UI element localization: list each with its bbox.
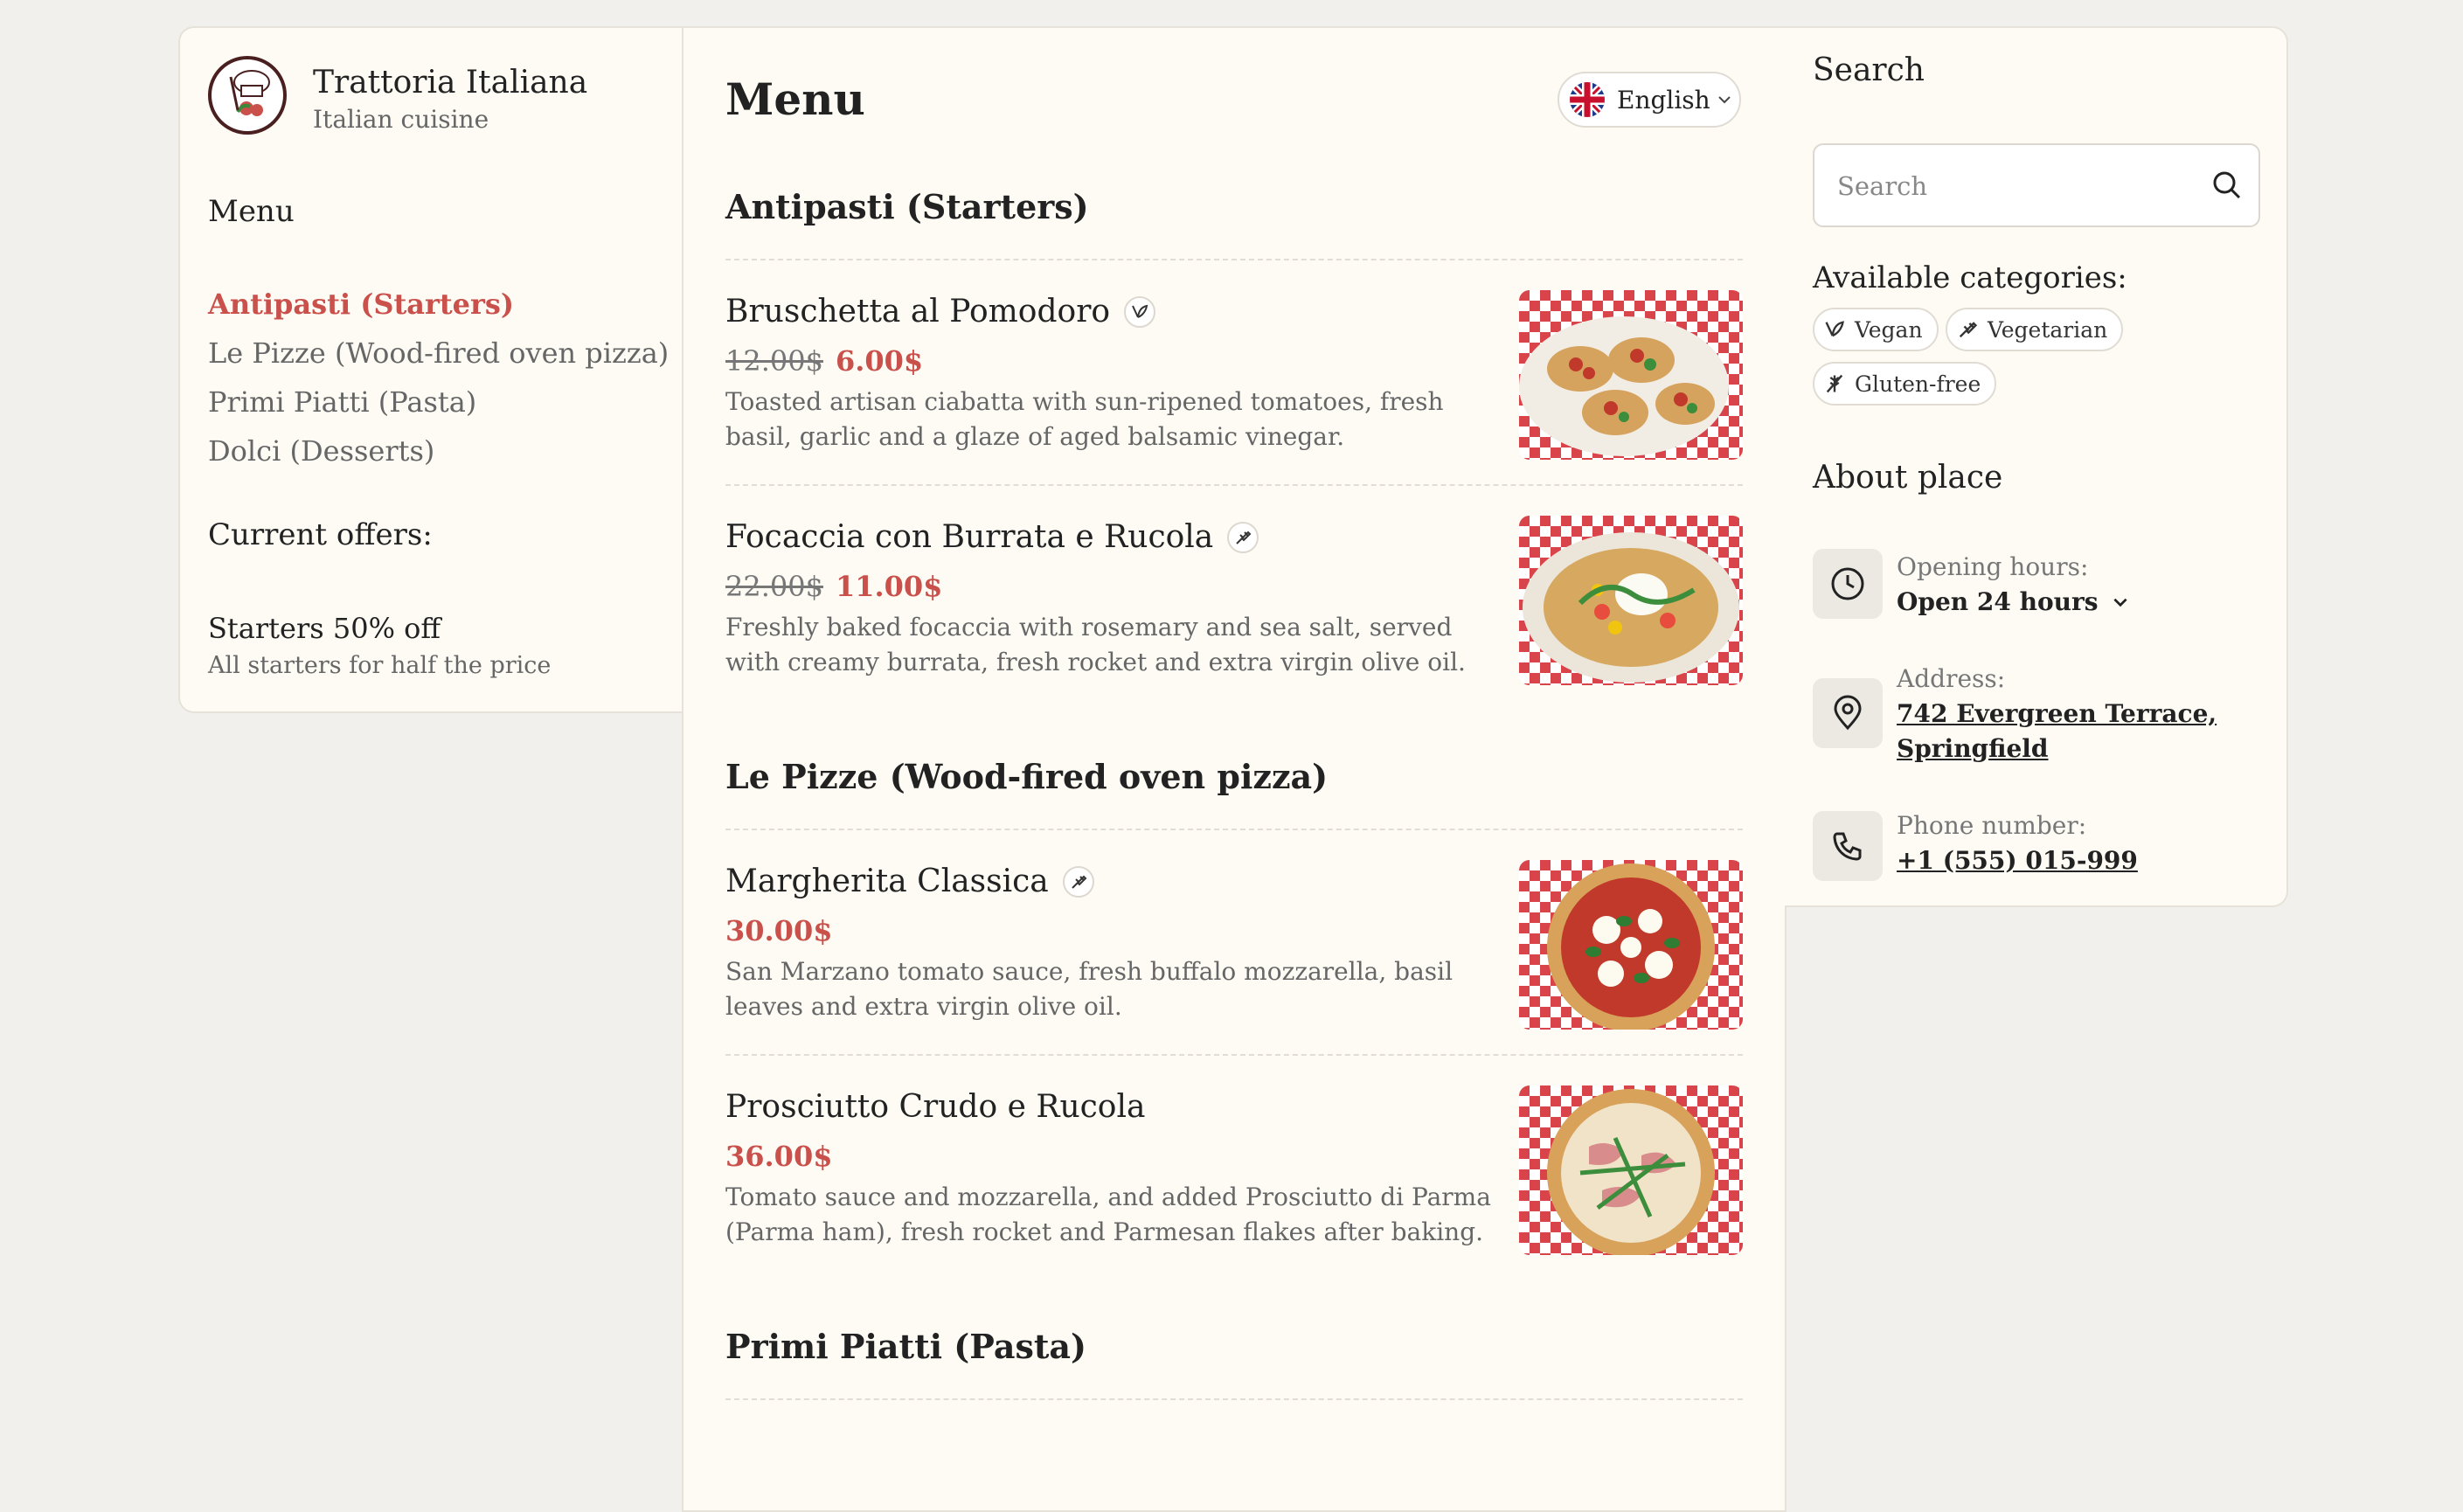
language-label: English — [1617, 85, 1710, 114]
item-description: Tomato sauce and mozzarella, and added P… — [725, 1183, 1491, 1246]
search-box — [1813, 143, 2260, 227]
address-line-2[interactable]: Springfield — [1897, 734, 2049, 763]
chevron-down-icon — [1718, 96, 1731, 104]
hours-label: Opening hours: — [1897, 552, 2089, 581]
offers-heading: Current offers: — [208, 517, 433, 552]
vegetarian-icon — [1959, 322, 1978, 338]
hours-value: Open 24 hours — [1897, 587, 2099, 616]
divider — [725, 1398, 1743, 1400]
language-selector[interactable]: English — [1558, 72, 1741, 128]
address-line-1[interactable]: 742 Evergreen Terrace, — [1897, 699, 2217, 728]
bruschetta-image — [1519, 290, 1743, 460]
divider — [725, 259, 1743, 260]
nav-item-antipasti[interactable]: Antipasti (Starters) — [208, 280, 669, 329]
old-price: 22.00$ — [725, 570, 823, 603]
chip-label: Gluten-free — [1855, 371, 1981, 397]
gluten-free-icon — [1826, 374, 1843, 393]
restaurant-subtitle: Italian cuisine — [313, 105, 489, 134]
offer-title: Starters 50% off — [208, 612, 441, 645]
chevron-down-icon — [2113, 598, 2127, 607]
info-panel: Search Available categories: Vegan Veget… — [1785, 26, 2288, 907]
item-name: Prosciutto Crudo e Rucola — [725, 1089, 1146, 1125]
address-label: Address: — [1897, 664, 2006, 693]
phone-icon — [1813, 811, 1883, 881]
menu-item[interactable]: Bruschetta al Pomodoro 12.00$ 6.00$ Toast… — [725, 290, 1743, 463]
search-heading: Search — [1813, 52, 1925, 88]
section-title-primi: Primi Piatti (Pasta) — [725, 1327, 1087, 1366]
focaccia-image — [1519, 516, 1743, 685]
item-price: 30.00$ — [725, 914, 833, 947]
old-price: 12.00$ — [725, 344, 823, 378]
nav-item-pizze[interactable]: Le Pizze (Wood-fired oven pizza) — [208, 329, 669, 378]
restaurant-logo — [208, 56, 287, 135]
vegan-icon — [1825, 321, 1844, 337]
nav-item-dolci[interactable]: Dolci (Desserts) — [208, 427, 669, 475]
section-title-antipasti: Antipasti (Starters) — [725, 187, 1089, 226]
phone-link[interactable]: +1 (555) 015-999 — [1897, 846, 2138, 875]
restaurant-name: Trattoria Italiana — [313, 65, 588, 101]
divider — [725, 484, 1743, 486]
vegetarian-icon — [1227, 521, 1259, 553]
item-price: 11.00$ — [835, 570, 943, 603]
sidebar: Trattoria Italiana Italian cuisine Menu … — [178, 26, 683, 713]
categories-heading: Available categories: — [1813, 260, 2127, 295]
item-name: Bruschetta al Pomodoro — [725, 294, 1111, 329]
category-chip-vegan[interactable]: Vegan — [1813, 308, 1939, 351]
hours-toggle[interactable]: Open 24 hours — [1897, 587, 2130, 616]
menu-item[interactable]: Prosciutto Crudo e Rucola 36.00$ Tomato … — [725, 1085, 1743, 1259]
divider — [725, 829, 1743, 830]
prosciutto-pizza-image — [1519, 1085, 1743, 1255]
item-description: Freshly baked focaccia with rosemary and… — [725, 613, 1466, 676]
chip-label: Vegan — [1855, 316, 1923, 343]
menu-item[interactable]: Focaccia con Burrata e Rucola 22.00$ 11.0… — [725, 516, 1743, 689]
item-description: Toasted artisan ciabatta with sun-ripene… — [725, 387, 1444, 451]
item-price: 36.00$ — [725, 1140, 833, 1173]
item-name: Focaccia con Burrata e Rucola — [725, 519, 1214, 555]
menu-item[interactable]: Margherita Classica 30.00$ San Marzano t… — [725, 860, 1743, 1033]
about-heading: About place — [1813, 460, 2003, 496]
item-price: 6.00$ — [835, 344, 924, 378]
sidebar-menu-heading: Menu — [208, 194, 295, 229]
item-description: San Marzano tomato sauce, fresh buffalo … — [725, 957, 1454, 1021]
divider — [725, 1054, 1743, 1056]
menu-main: Menu English Antipasti (Starters) Brusch… — [682, 26, 1787, 1512]
chip-label: Vegetarian — [1988, 316, 2108, 343]
section-title-pizze: Le Pizze (Wood-fired oven pizza) — [725, 757, 1329, 796]
category-nav: Antipasti (Starters) Le Pizze (Wood-fire… — [208, 280, 669, 475]
nav-item-primi[interactable]: Primi Piatti (Pasta) — [208, 378, 669, 427]
item-name: Margherita Classica — [725, 864, 1049, 899]
offer-subtitle: All starters for half the price — [208, 652, 552, 679]
category-chip-vegetarian[interactable]: Vegetarian — [1946, 308, 2124, 351]
category-chip-gluten-free[interactable]: Gluten-free — [1813, 362, 1997, 406]
uk-flag-icon — [1570, 82, 1605, 117]
search-icon[interactable] — [2210, 168, 2244, 203]
location-pin-icon — [1813, 678, 1883, 748]
vegetarian-icon — [1062, 865, 1094, 898]
vegan-icon — [1124, 295, 1156, 328]
phone-label: Phone number: — [1897, 811, 2087, 840]
page-title: Menu — [725, 73, 865, 125]
clock-icon — [1813, 549, 1883, 619]
search-input[interactable] — [1835, 145, 2206, 227]
margherita-image — [1519, 860, 1743, 1030]
